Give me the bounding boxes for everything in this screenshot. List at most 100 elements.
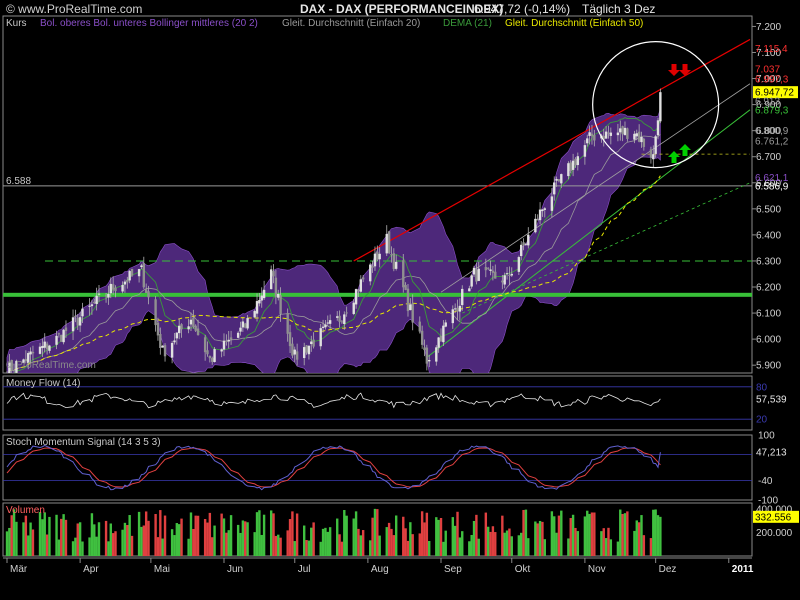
volume-bar	[140, 527, 142, 556]
price-tag: 6.761,2	[755, 136, 789, 147]
y-tick-label: 6.100	[756, 309, 781, 320]
candle-body	[121, 285, 123, 292]
volume-bar	[544, 539, 546, 556]
candle-body	[211, 358, 213, 362]
candle-body	[263, 290, 265, 298]
candle-body	[77, 318, 79, 326]
volume-bar	[154, 514, 156, 556]
volume-bar	[41, 519, 43, 556]
money-flow-label: Money Flow (14)	[6, 378, 80, 389]
volume-bar	[525, 510, 527, 556]
volume-bar	[355, 511, 357, 556]
volume-bar	[258, 510, 260, 556]
volume-bar	[501, 516, 503, 556]
up-arrow-icon	[668, 151, 680, 163]
candle-body	[423, 347, 425, 350]
stoch-value-tag: 47,213	[756, 448, 787, 459]
candle-body	[442, 326, 444, 343]
candle-body	[209, 356, 211, 358]
candle-body	[560, 174, 562, 183]
volume-bar	[437, 520, 439, 556]
candle-body	[345, 312, 347, 313]
volume-bar	[291, 511, 293, 556]
volume-bar	[369, 540, 371, 556]
candle-body	[253, 311, 255, 317]
volume-bar	[551, 511, 553, 556]
volume-bar	[74, 538, 76, 556]
candle-body	[376, 252, 378, 260]
x-tick-label: Apr	[83, 564, 99, 575]
candle-body	[157, 323, 159, 336]
candle-body	[286, 313, 288, 334]
y-tick-label: 6.200	[756, 283, 781, 294]
volume-bar	[633, 531, 635, 556]
candle-body	[256, 301, 258, 314]
candle-body	[588, 132, 590, 136]
candle-body	[289, 332, 291, 346]
candle-body	[393, 253, 395, 269]
volume-bar	[357, 529, 359, 556]
volume-bar	[643, 535, 645, 556]
candle-body	[357, 290, 359, 291]
candle-body	[657, 120, 659, 135]
volume-bar	[161, 539, 163, 556]
volume-bar	[393, 535, 395, 556]
candle-body	[197, 328, 199, 335]
candle-body	[591, 134, 593, 137]
volume-bar	[494, 532, 496, 556]
volume-bar	[279, 538, 281, 556]
volume-bar	[244, 521, 246, 556]
volume-bar	[77, 523, 79, 556]
volume-bar	[126, 525, 128, 556]
candle-body	[225, 341, 227, 342]
volume-bar	[577, 531, 579, 556]
candle-body	[294, 350, 296, 355]
candle-body	[388, 231, 390, 253]
chart-canvas: 7.2007.1007.0006.9006.8006.7006.6006.500…	[0, 0, 800, 600]
volume-bar	[567, 538, 569, 556]
legend-dema21: DEMA (21)	[443, 18, 492, 29]
candle-body	[320, 328, 322, 346]
candle-body	[305, 345, 307, 352]
y-tick-label: 6.700	[756, 152, 781, 163]
candle-body	[593, 135, 595, 140]
volume-bar	[65, 520, 67, 556]
candle-body	[475, 270, 477, 282]
candle-body	[527, 235, 529, 246]
candle-body	[636, 133, 638, 136]
candle-body	[456, 308, 458, 312]
y-tick-label: 6.500	[756, 204, 781, 215]
candle-body	[173, 340, 175, 342]
volume-bar	[395, 515, 397, 556]
candle-body	[308, 346, 310, 355]
volume-bar	[343, 510, 345, 556]
candle-body	[541, 210, 543, 211]
volume-bar	[239, 533, 241, 556]
candle-body	[279, 295, 281, 314]
volume-bar	[626, 511, 628, 556]
candle-body	[190, 320, 192, 325]
candle-body	[140, 265, 142, 267]
candle-body	[610, 133, 612, 136]
candle-body	[270, 269, 272, 289]
candle-body	[574, 159, 576, 165]
volume-bar	[79, 522, 81, 556]
volume-bar	[275, 536, 277, 556]
candle-body	[619, 128, 621, 132]
candle-body	[485, 267, 487, 270]
candle-body	[329, 320, 331, 324]
candle-body	[154, 299, 156, 325]
volume-bar	[286, 530, 288, 556]
candle-body	[511, 274, 513, 276]
quote-readout: 6.947,72 (-0,14%)	[474, 2, 570, 16]
candle-body	[324, 325, 326, 328]
volume-bar	[459, 537, 461, 556]
volume-bar	[256, 512, 258, 556]
candle-body	[501, 281, 503, 283]
candle-body	[572, 161, 574, 170]
volume-bar	[428, 541, 430, 556]
candle-body	[159, 334, 161, 348]
candle-body	[633, 134, 635, 140]
volume-bar	[178, 524, 180, 556]
volume-bar	[13, 509, 15, 556]
